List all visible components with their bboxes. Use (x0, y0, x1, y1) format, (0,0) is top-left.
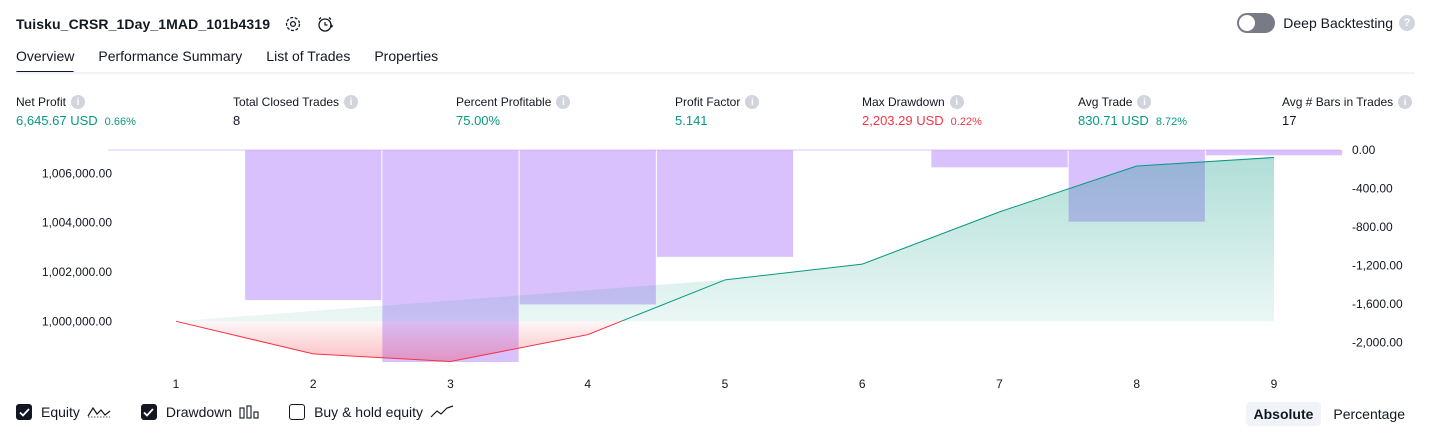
deep-backtesting-toggle[interactable] (1237, 13, 1276, 33)
right-axis-tick-label: -800.00 (1352, 220, 1393, 234)
metric-percent: 0.66% (104, 116, 136, 128)
add-alert-icon[interactable] (316, 15, 334, 33)
tab-list-of-trades[interactable]: List of Trades (266, 44, 350, 74)
drawdown-bar (519, 150, 656, 305)
x-axis-tick-label: 2 (310, 377, 317, 391)
tab-performance-summary[interactable]: Performance Summary (98, 44, 242, 74)
legend-label: Drawdown (165, 404, 233, 420)
metric-value: 6,645.67 USD (16, 113, 98, 128)
strategy-header: Tuisku_CRSR_1Day_1MAD_101b4319 (16, 12, 334, 36)
left-axis-tick-label: 1,000,000.00 (42, 314, 112, 328)
metric-label: Avg Trade (1078, 95, 1133, 109)
left-axis-tick-label: 1,002,000.00 (42, 265, 112, 279)
mode-absolute-button[interactable]: Absolute (1245, 402, 1322, 426)
info-icon[interactable]: i (71, 95, 86, 109)
x-axis-tick-label: 8 (1133, 377, 1140, 391)
metric-percent-profitable: Percent Profitable i 75.00% (456, 94, 571, 128)
drawdown-bars-icon (239, 405, 259, 419)
equity-line-icon (87, 405, 111, 419)
metric-value: 830.71 USD (1078, 113, 1149, 128)
left-axis-tick-label: 1,004,000.00 (42, 216, 112, 230)
metric-label: Total Closed Trades (233, 95, 340, 109)
right-axis-tick-label: -1,200.00 (1352, 258, 1403, 272)
tab-overview[interactable]: Overview (16, 44, 75, 74)
metric-total-closed-trades: Total Closed Trades i 8 (233, 94, 359, 128)
legend-label: Buy & hold equity (314, 404, 424, 420)
checkbox-checked-icon[interactable] (140, 404, 157, 420)
metric-label: Net Profit (16, 95, 67, 109)
metric-avg-trade: Avg Trade i 830.71 USD 8.72% (1078, 94, 1187, 128)
info-icon[interactable]: i (344, 95, 359, 109)
info-icon[interactable]: i (745, 95, 760, 109)
help-icon[interactable]: ? (1399, 15, 1415, 31)
metric-value: 5.141 (675, 113, 708, 128)
x-axis-tick-label: 9 (1271, 377, 1278, 391)
checkbox-unchecked-icon[interactable] (289, 404, 306, 420)
metric-value: 8 (233, 113, 241, 128)
tabs-divider (16, 72, 1415, 74)
x-axis-tick-label: 7 (996, 377, 1003, 391)
metric-profit-factor: Profit Factor i 5.141 (675, 94, 760, 128)
metric-value: 17 (1282, 113, 1297, 128)
legend-label: Equity (41, 404, 80, 420)
tab-properties[interactable]: Properties (374, 44, 438, 74)
report-tabs: Overview Performance Summary List of Tra… (16, 44, 462, 74)
right-axis-tick-label: 0.00 (1352, 143, 1376, 157)
metric-percent: 0.22% (950, 116, 982, 128)
deep-backtesting: Deep Backtesting ? (1237, 13, 1415, 33)
chart-legend: Equity Drawdown Buy & hold equity (16, 404, 484, 420)
checkbox-checked-icon[interactable] (16, 404, 32, 420)
settings-gear-icon[interactable] (284, 15, 302, 33)
legend-equity[interactable]: Equity (16, 404, 111, 420)
drawdown-bar (245, 150, 382, 301)
right-axis-tick-label: -1,600.00 (1352, 297, 1403, 311)
right-axis-tick-label: -2,000.00 (1352, 335, 1403, 349)
buy-hold-line-icon (430, 405, 454, 419)
x-axis-tick-label: 4 (584, 377, 591, 391)
metric-max-drawdown: Max Drawdown i 2,203.29 USD 0.22% (862, 94, 982, 128)
x-axis-tick-label: 1 (173, 377, 180, 391)
info-icon[interactable]: i (556, 95, 571, 109)
metric-label: Max Drawdown (862, 95, 945, 109)
metric-avg-bars-in-trades: Avg # Bars in Trades i 17 (1282, 94, 1413, 128)
scale-mode-switch: Absolute Percentage (1242, 402, 1414, 426)
metric-label: Percent Profitable (456, 95, 552, 109)
x-axis-tick-label: 6 (859, 377, 866, 391)
drawdown-bar (1205, 150, 1343, 156)
info-icon[interactable]: i (949, 95, 964, 109)
info-icon[interactable]: i (1137, 95, 1152, 109)
metric-net-profit: Net Profit i 6,645.67 USD 0.66% (16, 94, 136, 128)
drawdown-bar (656, 150, 794, 257)
metric-label: Profit Factor (675, 95, 741, 109)
metric-value: 75.00% (456, 113, 501, 128)
equity-drawdown-chart: 1,000,000.00 1,002,000.00 1,004,000.00 1,00… (42, 143, 1403, 391)
x-axis-tick-label: 5 (722, 377, 729, 391)
info-icon[interactable]: i (1398, 95, 1413, 109)
x-axis-tick-label: 3 (447, 377, 454, 391)
deep-backtesting-label: Deep Backtesting (1283, 15, 1393, 31)
legend-buy-hold-equity[interactable]: Buy & hold equity (289, 404, 454, 420)
left-axis-tick-label: 1,006,000.00 (42, 166, 112, 180)
mode-percentage-button[interactable]: Percentage (1325, 402, 1413, 426)
drawdown-bar (931, 150, 1068, 168)
right-axis-tick-label: -400.00 (1352, 181, 1393, 195)
metric-label: Avg # Bars in Trades (1282, 95, 1394, 109)
strategy-title: Tuisku_CRSR_1Day_1MAD_101b4319 (16, 16, 271, 32)
metric-percent: 8.72% (1155, 116, 1188, 128)
legend-drawdown[interactable]: Drawdown (140, 404, 259, 420)
metric-value: 2,203.29 USD (862, 113, 944, 128)
